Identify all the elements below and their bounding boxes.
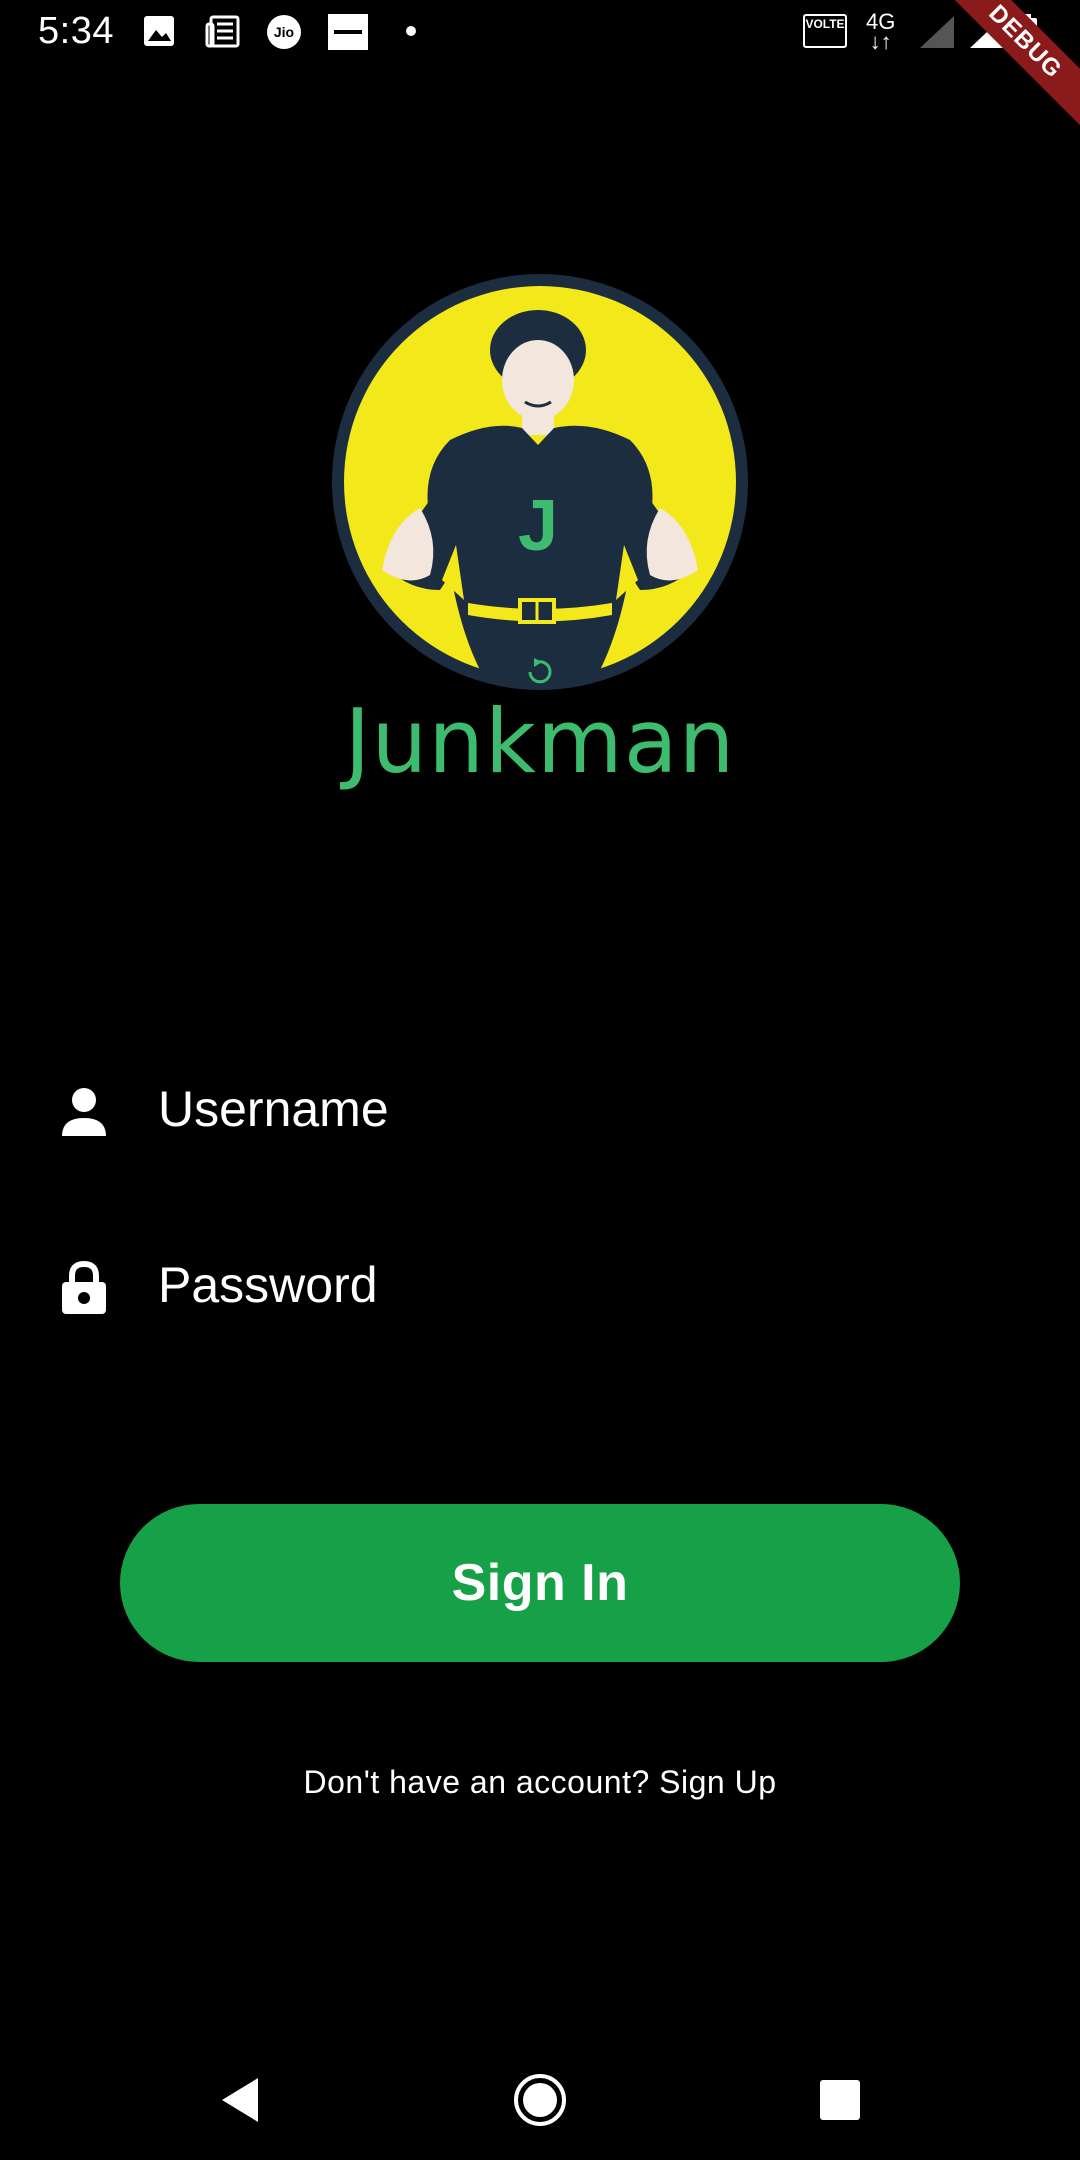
recents-icon[interactable] <box>810 2070 870 2130</box>
svg-text:J: J <box>518 486 558 566</box>
sign-in-button[interactable]: Sign In <box>120 1504 960 1662</box>
status-bar: 5:34 Jio VOLTE 4G ↓↑ DEBUG <box>0 0 1080 138</box>
lock-icon <box>62 1260 106 1314</box>
jio-icon: Jio <box>267 15 301 49</box>
signal-icon-1 <box>920 16 954 48</box>
gallery-icon <box>144 16 174 46</box>
person-icon <box>62 1088 106 1136</box>
sign-up-link[interactable]: Don't have an account? Sign Up <box>0 1764 1080 1801</box>
username-input[interactable]: Username <box>158 1080 389 1138</box>
back-icon[interactable] <box>210 2070 270 2130</box>
notification-dot <box>406 26 416 36</box>
navigation-bar <box>0 2040 1080 2160</box>
zomato-icon <box>328 14 368 50</box>
home-icon[interactable] <box>510 2070 570 2130</box>
news-icon <box>205 15 240 48</box>
volte-icon: VOLTE <box>803 14 847 48</box>
junkman-logo: J <box>332 274 748 690</box>
svg-text:Jio: Jio <box>274 24 294 40</box>
brand-name: Junkman <box>344 690 736 793</box>
password-input[interactable]: Password <box>158 1256 378 1314</box>
username-field[interactable]: Username <box>0 1060 1080 1170</box>
password-field[interactable]: Password <box>0 1236 1080 1346</box>
status-time: 5:34 <box>38 10 114 52</box>
network-4g-icon: 4G ↓↑ <box>866 9 896 54</box>
sign-in-label: Sign In <box>451 1554 629 1612</box>
